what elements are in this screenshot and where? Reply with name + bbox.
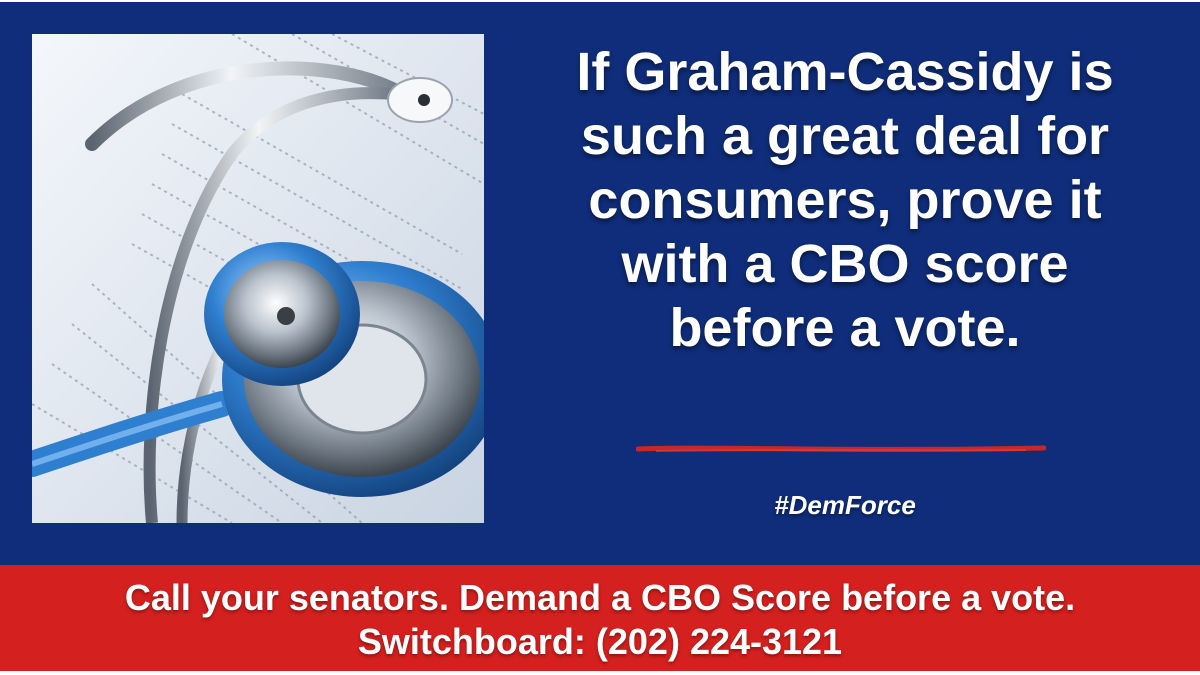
stethoscope-photo [32,34,484,523]
cta-line-switchboard: Switchboard: (202) 224-3121 [357,621,843,662]
call-to-action-band: Call your senators. Demand a CBO Score b… [0,565,1200,671]
stethoscope-icon [32,34,484,523]
headline-line: with a CBO score [621,234,1069,294]
brush-underline [636,444,1046,454]
headline: If Graham-Cassidy is such a great deal f… [500,40,1190,360]
bottom-border [0,671,1200,675]
top-border [0,0,1200,2]
headline-line: such a great deal for [580,106,1110,166]
headline-line: If Graham-Cassidy is [576,42,1114,102]
headline-line: before a vote. [669,298,1021,358]
cta-line-senators: Call your senators. Demand a CBO Score b… [124,577,1076,618]
hashtag: #DemForce [774,490,916,520]
headline-line: consumers, prove it [588,170,1102,230]
